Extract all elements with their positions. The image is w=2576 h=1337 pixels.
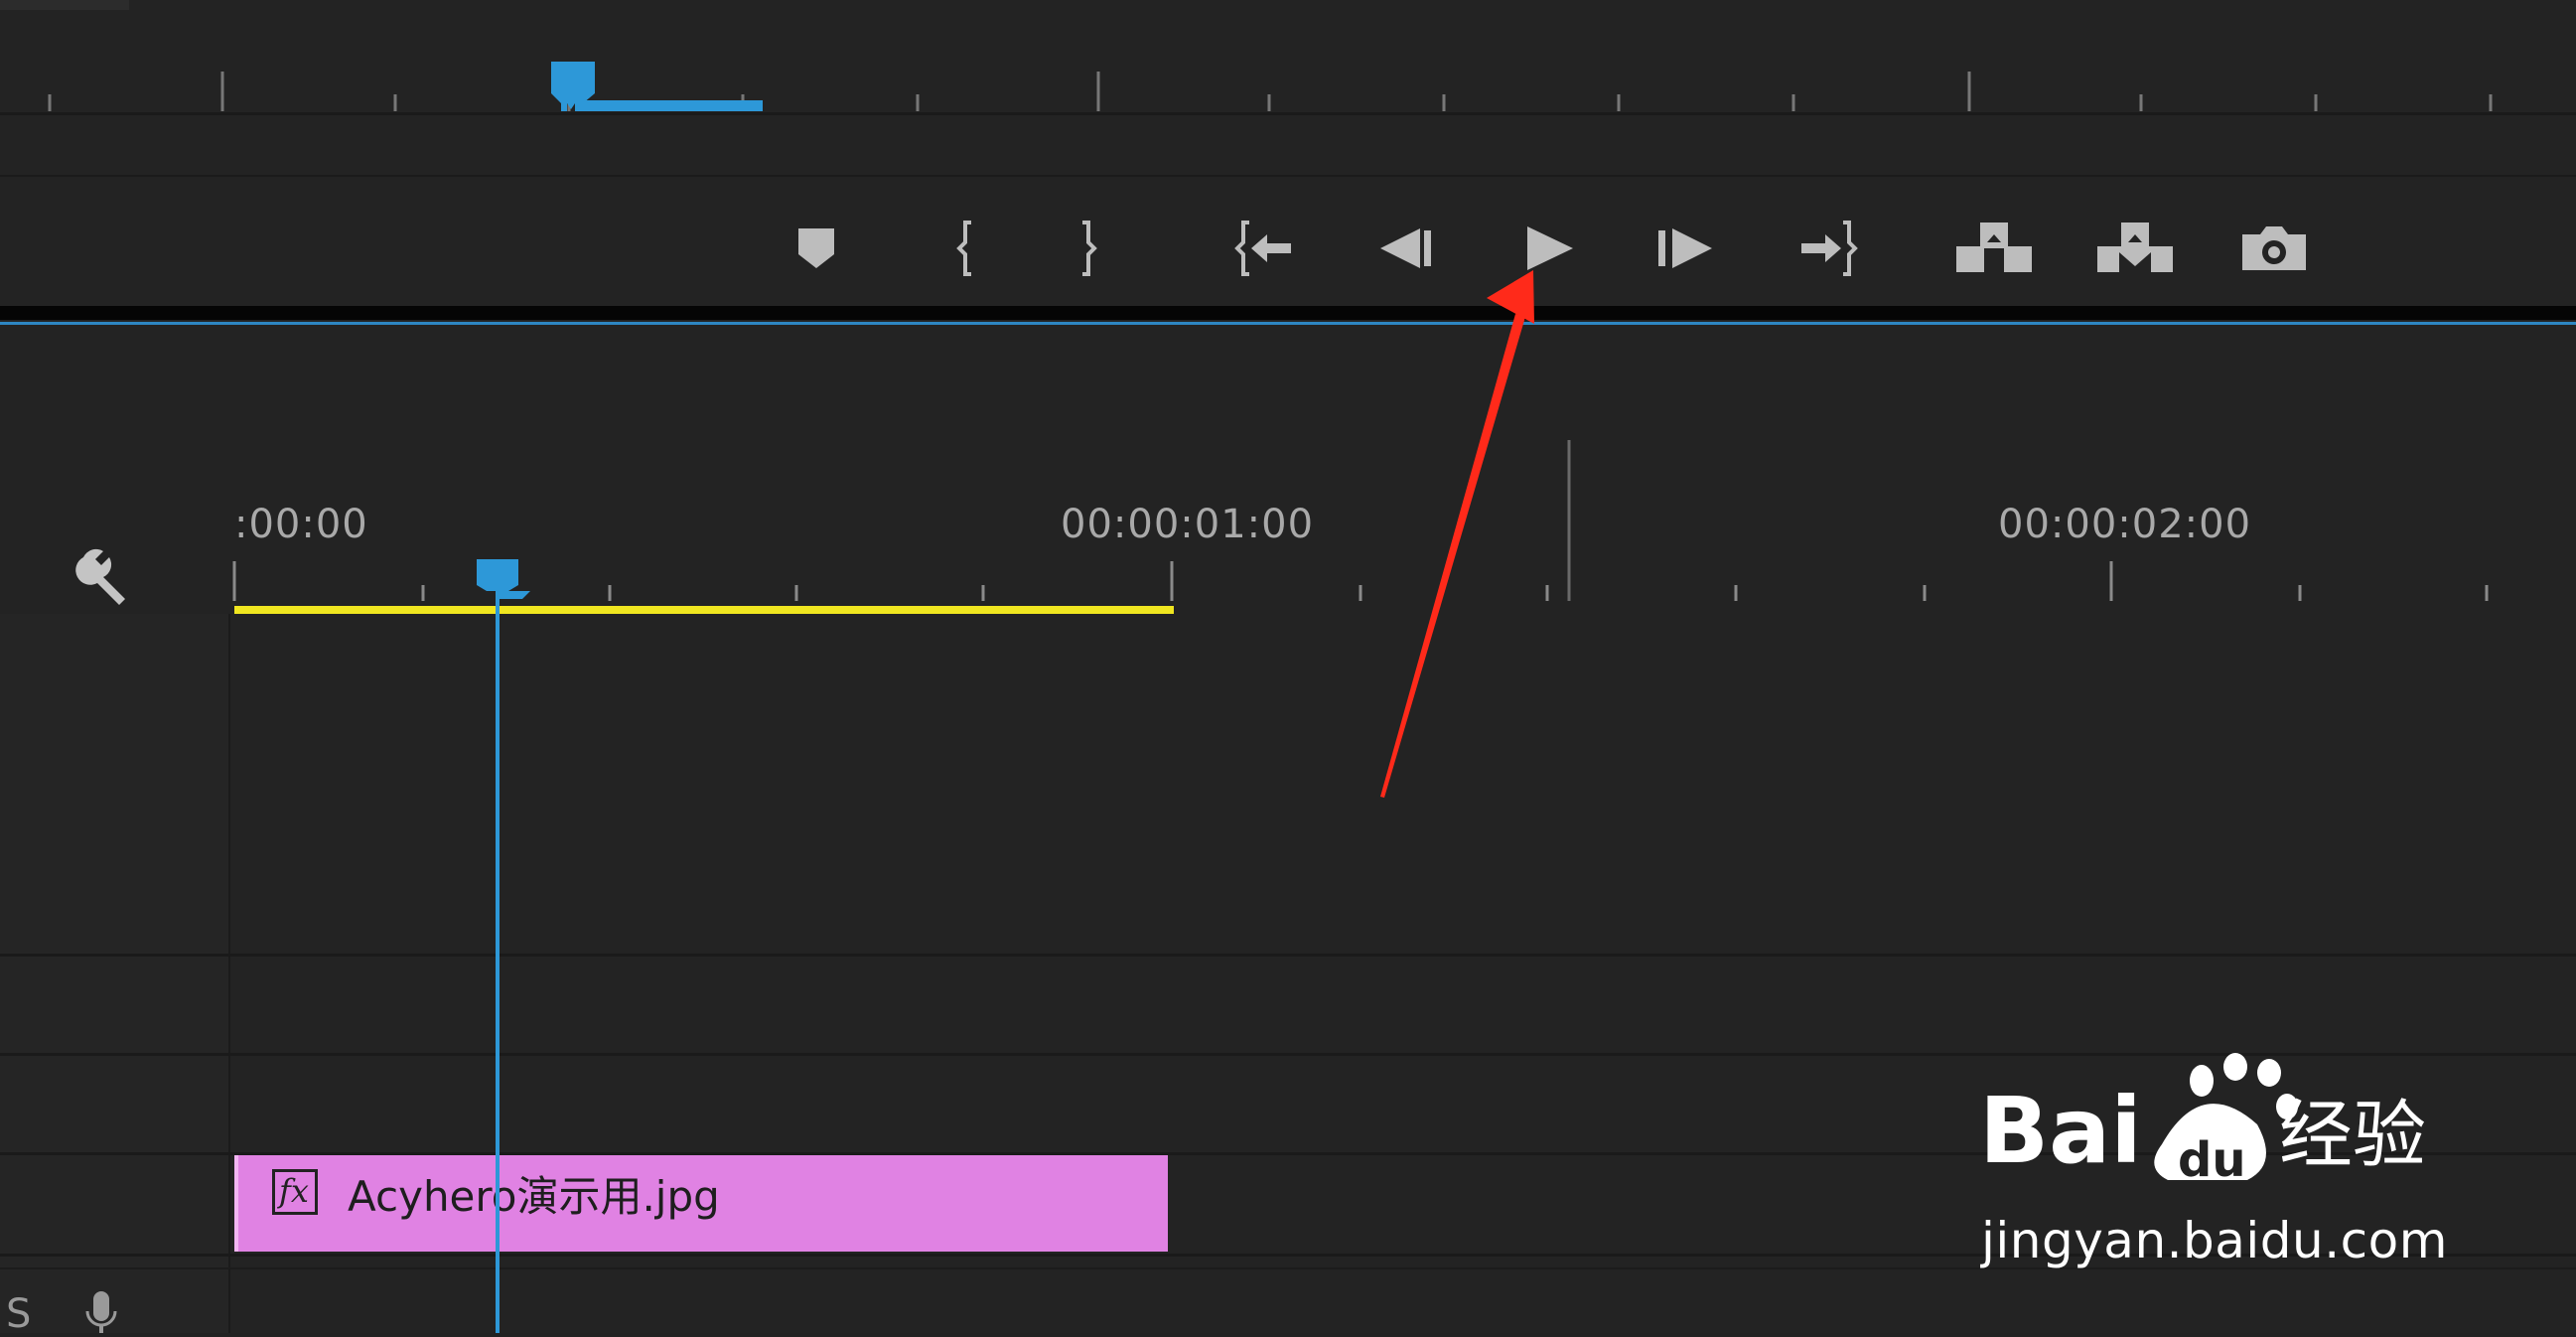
ruler-divider (0, 112, 2576, 115)
program-monitor (0, 0, 2576, 320)
export-frame-button[interactable] (2234, 209, 2314, 288)
svg-text:Bai: Bai (1979, 1078, 2142, 1184)
monitor-time-ruler[interactable] (0, 0, 2576, 117)
monitor-inout-bar (580, 100, 763, 111)
go-to-out-button[interactable] (1784, 209, 1863, 288)
mark-in-button[interactable] (924, 209, 1003, 288)
mark-out-icon (1082, 221, 1097, 276)
watermark-url: jingyan.baidu.com (1981, 1212, 2448, 1269)
step-forward-button[interactable] (1645, 209, 1724, 288)
monitor-ruler-ticks (48, 72, 2493, 111)
baidu-logo: Bai du 经验 (1979, 1053, 2426, 1188)
work-area-bar[interactable] (234, 606, 1174, 614)
track-headers (0, 614, 230, 1333)
timeline-clip[interactable]: fx Acyhero演示用.jpg (234, 1155, 1168, 1252)
svg-text:经验: 经验 (2279, 1093, 2426, 1178)
microphone-icon[interactable] (81, 1289, 121, 1333)
wrench-icon[interactable] (72, 541, 141, 611)
timeline-time-ruler[interactable]: :00:00 00:00:01:00 00:00:02:00 (230, 325, 2576, 613)
playhead-line[interactable] (496, 562, 500, 1333)
timeline-ruler-ticks (232, 440, 2489, 601)
lift-icon (1956, 223, 2032, 272)
step-forward-icon (1658, 228, 1712, 268)
step-back-button[interactable] (1368, 209, 1448, 288)
marker-icon (798, 228, 834, 268)
mark-out-button[interactable] (1051, 209, 1130, 288)
go-to-out-icon (1801, 221, 1858, 276)
go-to-in-icon (1234, 221, 1291, 276)
svg-text:du: du (2178, 1132, 2246, 1188)
baidu-watermark: Bai du 经验 jingyan.baidu.com (1971, 1053, 2448, 1281)
controls-divider (0, 175, 2576, 177)
step-back-icon (1380, 228, 1431, 268)
clip-name: Acyhero演示用.jpg (348, 1172, 720, 1221)
track-label: S (6, 1291, 32, 1337)
add-marker-button[interactable] (777, 209, 856, 288)
fx-badge-icon[interactable]: fx (272, 1169, 318, 1215)
lift-button[interactable] (1954, 209, 2034, 288)
timeline-header-controls (0, 325, 230, 613)
transport-controls (0, 179, 2576, 308)
go-to-in-button[interactable] (1229, 209, 1309, 288)
track-divider (0, 954, 2576, 957)
mark-in-icon (956, 221, 971, 276)
play-icon (1527, 226, 1573, 270)
camera-icon (2242, 226, 2306, 270)
extract-icon (2097, 223, 2173, 272)
play-button[interactable] (1507, 209, 1587, 288)
extract-button[interactable] (2095, 209, 2175, 288)
panel-divider (0, 306, 2576, 320)
